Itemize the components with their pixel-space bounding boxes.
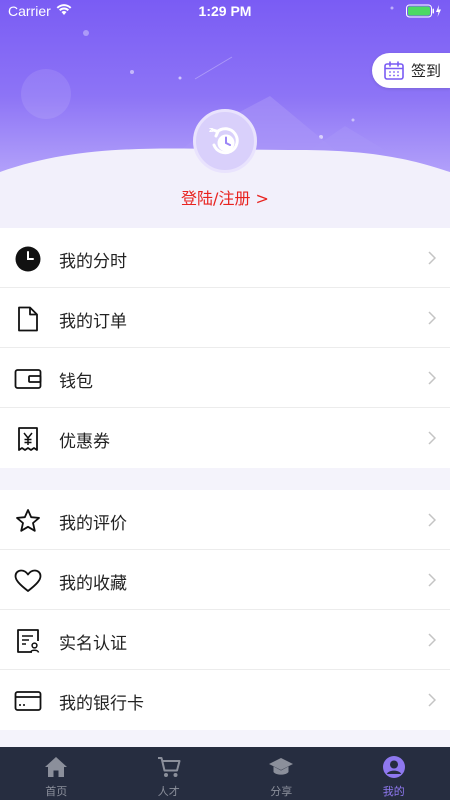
id-card-icon <box>14 627 42 655</box>
menu-item-label: 优惠券 <box>59 432 110 452</box>
wallet-icon <box>14 365 42 393</box>
menu-item-label: 我的银行卡 <box>59 694 144 714</box>
chevron-right-icon <box>428 431 436 445</box>
bank-card-icon <box>14 687 42 715</box>
battery-icon <box>406 4 441 18</box>
time-share-logo-icon: z <box>209 126 239 155</box>
avatar[interactable]: z <box>193 109 257 173</box>
menu-item-my-timeshare[interactable]: 我的分时 <box>0 228 450 288</box>
cart-icon <box>157 755 181 779</box>
graduation-cap-icon <box>268 755 294 779</box>
clock-time: 1:29 PM <box>198 3 252 19</box>
checkin-button[interactable]: 签到 <box>372 53 450 88</box>
menu-item-label: 我的订单 <box>59 312 127 332</box>
menu-item-label: 实名认证 <box>59 634 127 654</box>
bottom-tab-bar: 首页 人才 分享 我的 <box>0 747 450 800</box>
chevron-right-icon <box>428 633 436 647</box>
chevron-right-icon <box>428 311 436 325</box>
chevron-right-icon <box>428 573 436 587</box>
checkin-label: 签到 <box>411 62 442 80</box>
tab-talent[interactable]: 人才 <box>113 747 226 800</box>
menu-item-coupons[interactable]: 优惠券 <box>0 408 450 468</box>
tab-home[interactable]: 首页 <box>0 747 113 800</box>
status-bar: Carrier 1:29 PM <box>0 0 450 24</box>
tab-label: 我的 <box>382 785 405 798</box>
chevron-right-icon <box>428 371 436 385</box>
user-icon <box>382 755 406 779</box>
menu-item-my-orders[interactable]: 我的订单 <box>0 288 450 348</box>
menu-item-wallet[interactable]: 钱包 <box>0 348 450 408</box>
menu-item-my-reviews[interactable]: 我的评价 <box>0 490 450 550</box>
menu-item-label: 我的评价 <box>59 514 127 534</box>
tab-label: 分享 <box>270 785 293 798</box>
menu-item-label: 钱包 <box>59 372 93 392</box>
menu-item-label: 我的分时 <box>59 252 127 272</box>
star-icon <box>14 507 42 535</box>
menu-item-bank-cards[interactable]: 我的银行卡 <box>0 670 450 730</box>
home-icon <box>44 755 68 779</box>
chevron-right-icon <box>428 251 436 265</box>
svg-text:z: z <box>209 126 213 134</box>
calendar-icon <box>384 60 404 80</box>
menu-item-identity-verification[interactable]: 实名认证 <box>0 610 450 670</box>
tab-share[interactable]: 分享 <box>225 747 338 800</box>
menu-group-secondary: 我的评价 我的收藏 实名认证 我的银行卡 <box>0 490 450 730</box>
chevron-right-icon <box>428 693 436 707</box>
menu-group-primary: 我的分时 我的订单 钱包 优惠券 <box>0 228 450 468</box>
heart-icon <box>14 567 42 595</box>
tab-label: 首页 <box>45 785 68 798</box>
profile-header: Carrier 1:29 PM 签到 z 登陆/注册 > <box>0 0 450 228</box>
login-register-link[interactable]: 登陆/注册 > <box>0 185 450 209</box>
clock-icon <box>14 245 42 273</box>
chevron-right-icon <box>428 513 436 527</box>
tab-label: 人才 <box>157 785 180 798</box>
document-icon <box>14 305 42 333</box>
menu-item-my-favorites[interactable]: 我的收藏 <box>0 550 450 610</box>
menu-item-label: 我的收藏 <box>59 574 127 594</box>
coupon-icon <box>14 425 42 453</box>
tab-mine[interactable]: 我的 <box>338 747 450 800</box>
